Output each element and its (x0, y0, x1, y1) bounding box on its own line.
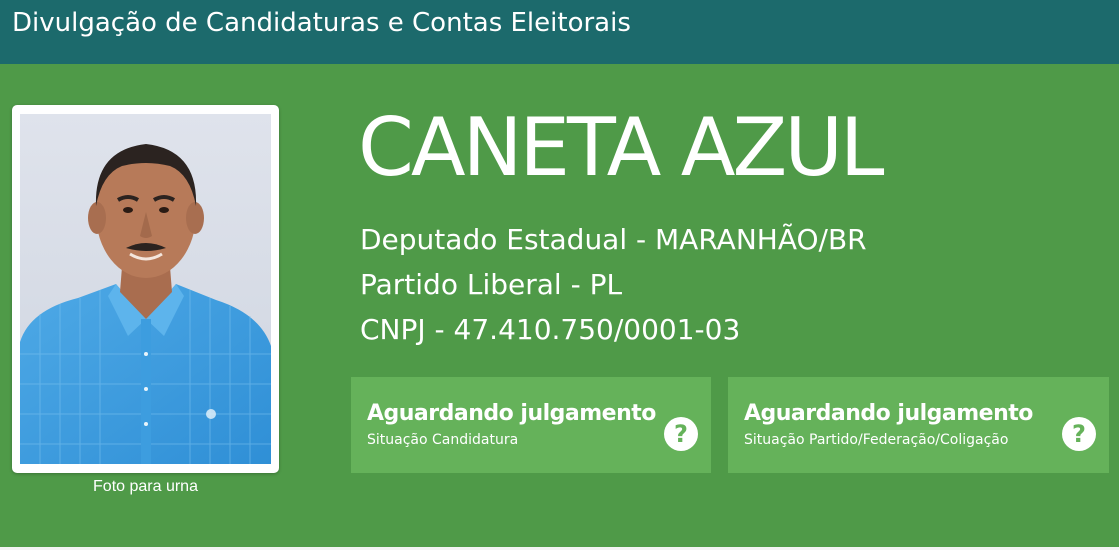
page-title: Divulgação de Candidaturas e Contas Elei… (12, 8, 631, 38)
candidate-cnpj: CNPJ - 47.410.750/0001-03 (360, 313, 741, 346)
status-value: Aguardando julgamento (744, 401, 1033, 426)
status-label: Situação Candidatura (367, 432, 519, 448)
status-value: Aguardando julgamento (367, 401, 656, 426)
candidate-portrait-image (20, 114, 271, 464)
page-header: Divulgação de Candidaturas e Contas Elei… (0, 0, 1119, 64)
candidate-office: Deputado Estadual - MARANHÃO/BR (360, 223, 867, 256)
candidate-name: CANETA AZUL (358, 101, 884, 194)
status-card-partido: Aguardando julgamento Situação Partido/F… (728, 377, 1109, 473)
candidate-photo (20, 114, 271, 464)
candidate-party: Partido Liberal - PL (360, 268, 623, 301)
question-circle-icon[interactable]: ? (664, 417, 698, 451)
candidate-photo-frame (12, 105, 279, 473)
status-label: Situação Partido/Federação/Coligação (744, 432, 1009, 448)
status-card-candidatura: Aguardando julgamento Situação Candidatu… (351, 377, 711, 473)
question-circle-icon[interactable]: ? (1062, 417, 1096, 451)
photo-caption: Foto para urna (93, 478, 198, 495)
